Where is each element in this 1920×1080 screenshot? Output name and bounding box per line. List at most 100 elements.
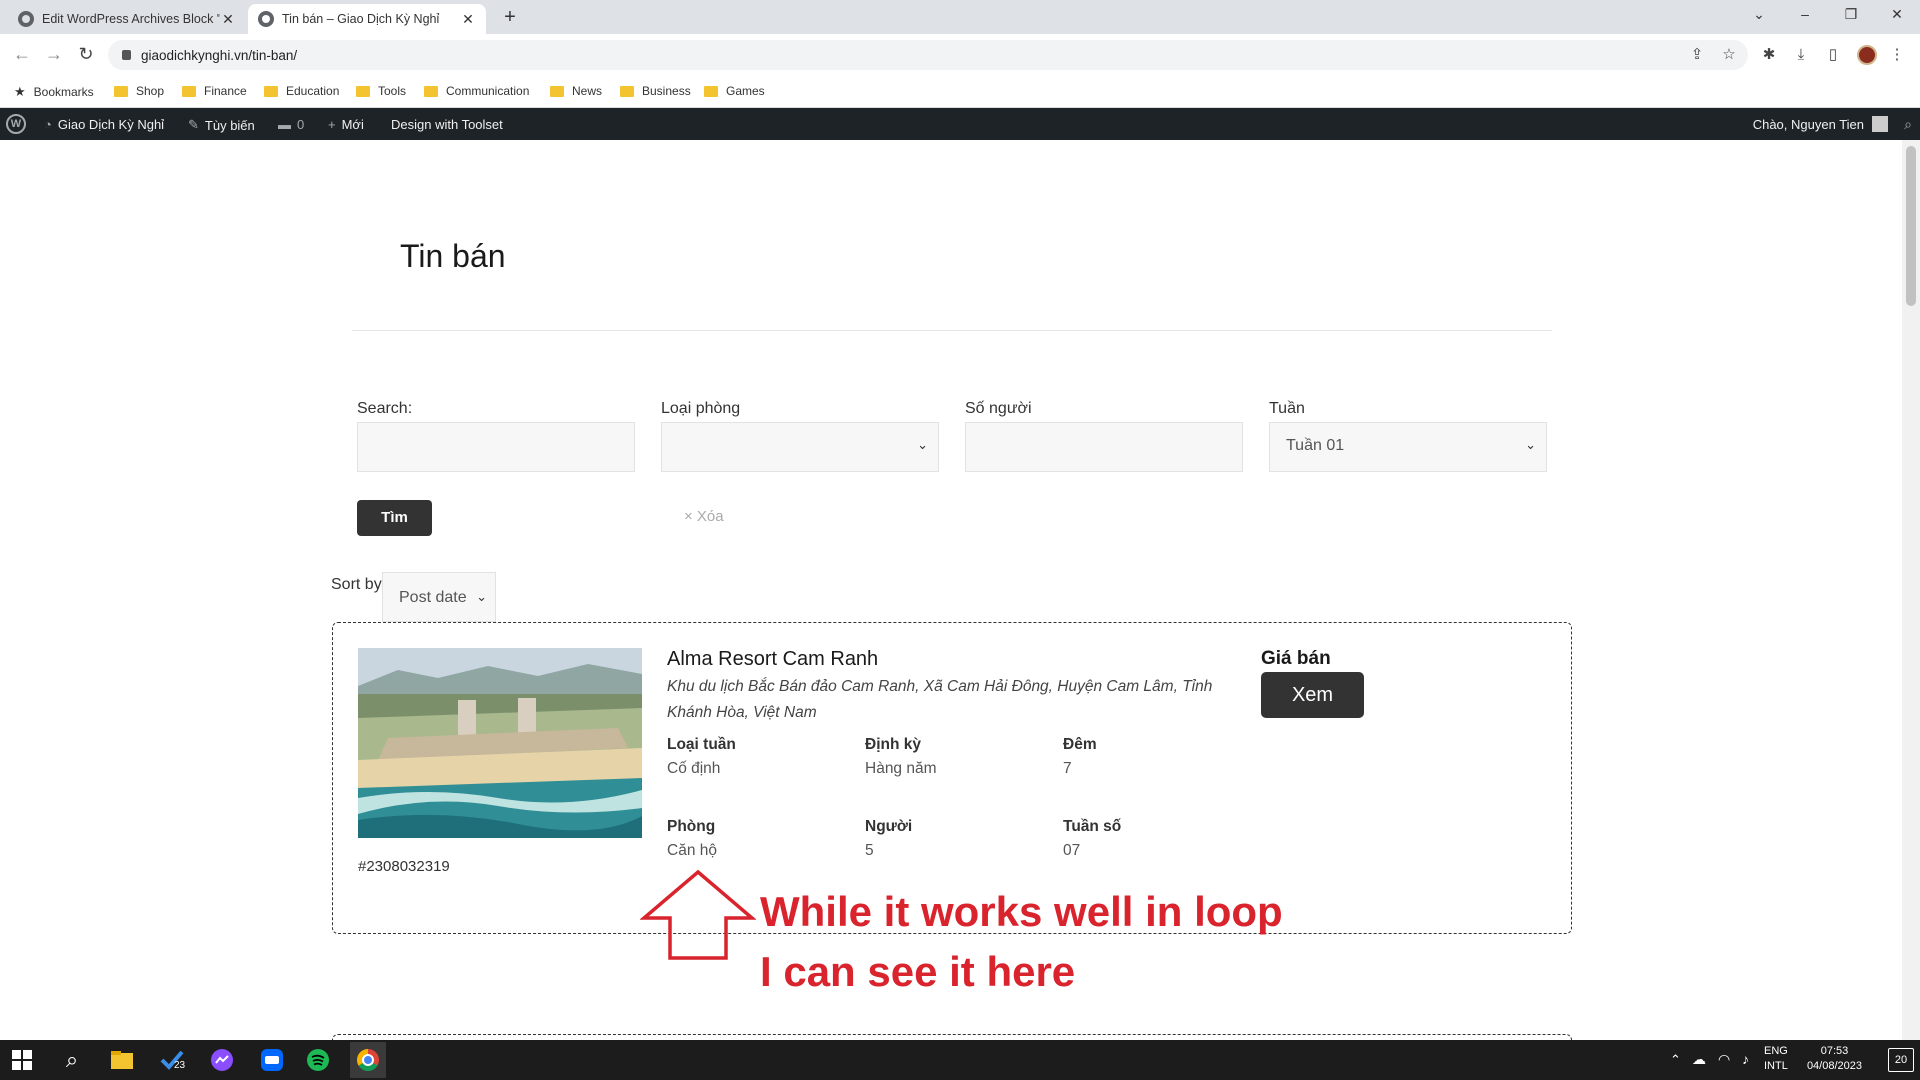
divider bbox=[352, 330, 1552, 331]
folder-icon bbox=[620, 85, 634, 97]
forward-arrow-icon[interactable]: → bbox=[42, 44, 66, 65]
star-bookmark-icon[interactable]: ☆ bbox=[1720, 46, 1738, 64]
show-hidden-icons-chevron[interactable]: ⌃ bbox=[1670, 1052, 1681, 1068]
restore-button[interactable]: ❐ bbox=[1836, 6, 1866, 23]
admin-site-name[interactable]: ◔ Giao Dịch Kỳ Nghỉ bbox=[44, 117, 164, 132]
lock-icon bbox=[122, 50, 131, 60]
tab-search-chevron-icon[interactable]: ⌄ bbox=[1744, 6, 1774, 23]
messenger-icon[interactable] bbox=[208, 1046, 236, 1074]
chrome-taskbar-icon[interactable] bbox=[350, 1042, 386, 1078]
resort-thumbnail[interactable] bbox=[358, 648, 642, 838]
new-tab-button[interactable]: + bbox=[498, 6, 522, 29]
globe-favicon-icon bbox=[258, 11, 274, 27]
annotation-arrow-up-icon bbox=[640, 869, 756, 960]
bookmark-folder-finance[interactable]: Finance bbox=[182, 84, 247, 98]
wordpress-logo-icon[interactable]: W bbox=[6, 114, 26, 134]
back-arrow-icon[interactable]: ← bbox=[10, 44, 34, 65]
annotation-line-1: While it works well in loop bbox=[760, 888, 1283, 935]
browser-toolbar: ← → ↻ giaodichkynghi.vn/tin-ban/ ⇪ ☆ ✱ ⤓… bbox=[0, 34, 1920, 76]
page-title: Tin bán bbox=[400, 238, 506, 274]
persons-input[interactable] bbox=[965, 422, 1243, 472]
minimize-button[interactable]: – bbox=[1790, 6, 1820, 22]
volume-icon[interactable]: ♪ bbox=[1742, 1051, 1749, 1067]
view-button[interactable]: Xem bbox=[1261, 672, 1364, 718]
user-avatar[interactable] bbox=[1872, 116, 1888, 132]
dashboard-icon: ◔ bbox=[44, 117, 52, 132]
todo-app-icon[interactable]: 23 bbox=[158, 1046, 186, 1074]
bookmark-folder-business[interactable]: Business bbox=[620, 84, 691, 98]
browser-tab-bar: Edit WordPress Archives Block "T ✕ Tin b… bbox=[0, 0, 1920, 34]
wordpress-favicon-icon bbox=[18, 11, 34, 27]
admin-comments[interactable]: ▬ 0 bbox=[278, 117, 304, 132]
listing-name[interactable]: Alma Resort Cam Ranh bbox=[667, 648, 878, 671]
bookmark-folder-education[interactable]: Education bbox=[264, 84, 339, 98]
menu-kebab-icon[interactable]: ⋮ bbox=[1888, 46, 1906, 64]
tab-title: Edit WordPress Archives Block "T bbox=[42, 12, 220, 26]
bookmarks-bar: ★ Bookmarks Shop Finance Education Tools … bbox=[0, 76, 1920, 108]
folder-icon bbox=[550, 85, 564, 97]
week-select[interactable]: Tuần 01 ⌄ bbox=[1269, 422, 1547, 472]
windows-start-icon[interactable] bbox=[12, 1050, 32, 1070]
zalo-icon[interactable] bbox=[258, 1046, 286, 1074]
bookmark-folder-games[interactable]: Games bbox=[704, 84, 765, 98]
folder-icon bbox=[424, 85, 438, 97]
listing-ref-number: #2308032319 bbox=[358, 858, 450, 875]
todo-badge: 23 bbox=[174, 1060, 186, 1071]
week-label: Tuần bbox=[1269, 400, 1305, 417]
bookmarks-item[interactable]: ★ Bookmarks bbox=[14, 84, 94, 100]
search-submit-button[interactable]: Tìm bbox=[357, 500, 432, 536]
browser-tab-inactive[interactable]: Edit WordPress Archives Block "T ✕ bbox=[8, 4, 246, 34]
persons-count-value: 5 bbox=[865, 842, 874, 859]
week-number-label: Tuần số bbox=[1063, 818, 1122, 835]
close-tab-icon[interactable]: ✕ bbox=[460, 11, 476, 28]
reset-filters-link[interactable]: × Xóa bbox=[684, 508, 724, 525]
close-window-button[interactable]: ✕ bbox=[1882, 6, 1912, 23]
chevron-down-icon: ⌄ bbox=[476, 589, 487, 604]
address-bar[interactable]: giaodichkynghi.vn/tin-ban/ bbox=[108, 40, 1748, 70]
bookmark-folder-news[interactable]: News bbox=[550, 84, 602, 98]
search-icon[interactable]: ⌕ bbox=[58, 1046, 86, 1074]
period-label: Định kỳ bbox=[865, 736, 921, 753]
windows-taskbar: ⌕ 23 ⌃ ☁ ◠ ♪ ENG INTL 07:53 04/08/2023 2… bbox=[0, 1040, 1920, 1080]
comment-icon: ▬ bbox=[278, 117, 291, 132]
side-panel-icon[interactable]: ▯ bbox=[1824, 46, 1842, 64]
share-icon[interactable]: ⇪ bbox=[1688, 46, 1706, 64]
folder-icon bbox=[264, 85, 278, 97]
wifi-icon[interactable]: ◠ bbox=[1718, 1051, 1730, 1068]
reload-icon[interactable]: ↻ bbox=[74, 44, 98, 65]
extensions-puzzle-icon[interactable]: ✱ bbox=[1760, 46, 1778, 64]
search-icon[interactable]: ⌕ bbox=[1904, 116, 1912, 133]
onedrive-cloud-icon[interactable]: ☁ bbox=[1692, 1051, 1706, 1068]
file-explorer-icon[interactable] bbox=[108, 1046, 136, 1074]
room-type-select[interactable]: ⌄ bbox=[661, 422, 939, 472]
url-text: giaodichkynghi.vn/tin-ban/ bbox=[141, 47, 298, 63]
clock[interactable]: 07:53 04/08/2023 bbox=[1807, 1044, 1862, 1074]
clock-date: 04/08/2023 bbox=[1806, 1060, 1862, 1072]
room-label: Phòng bbox=[667, 818, 716, 835]
download-icon[interactable]: ⤓ bbox=[1792, 46, 1810, 64]
resort-photo bbox=[358, 648, 642, 838]
sort-select[interactable]: Post date ⌄ bbox=[382, 572, 496, 622]
chevron-down-icon: ⌄ bbox=[1525, 437, 1536, 452]
search-label: Search: bbox=[357, 400, 413, 417]
bookmark-folder-shop[interactable]: Shop bbox=[114, 84, 164, 98]
page-scrollbar-thumb[interactable] bbox=[1906, 146, 1916, 306]
bookmark-folder-tools[interactable]: Tools bbox=[356, 84, 406, 98]
admin-customize[interactable]: ✎ Tùy biến bbox=[188, 117, 255, 133]
wp-admin-bar: W ◔ Giao Dịch Kỳ Nghỉ ✎ Tùy biến ▬ 0 + Mới D… bbox=[0, 108, 1920, 140]
annotation-line-2: I can see it here bbox=[760, 948, 1076, 995]
folder-icon bbox=[356, 85, 370, 97]
brush-icon: ✎ bbox=[188, 117, 199, 132]
admin-toolset[interactable]: Design with Toolset bbox=[391, 117, 503, 132]
profile-avatar[interactable] bbox=[1857, 45, 1877, 65]
browser-tab-active[interactable]: Tin bán – Giao Dịch Kỳ Nghỉ ✕ bbox=[248, 4, 486, 34]
spotify-icon[interactable] bbox=[304, 1046, 332, 1074]
language-indicator[interactable]: ENG INTL bbox=[1764, 1044, 1788, 1074]
admin-new[interactable]: + Mới bbox=[328, 117, 364, 132]
admin-greeting[interactable]: Chào, Nguyen Tien bbox=[1753, 117, 1864, 132]
week-type-value: Cố định bbox=[667, 760, 721, 777]
notification-center-icon[interactable]: 20 bbox=[1888, 1048, 1914, 1072]
search-input[interactable] bbox=[357, 422, 635, 472]
bookmark-folder-communication[interactable]: Communication bbox=[424, 84, 529, 98]
close-tab-icon[interactable]: ✕ bbox=[220, 11, 236, 28]
